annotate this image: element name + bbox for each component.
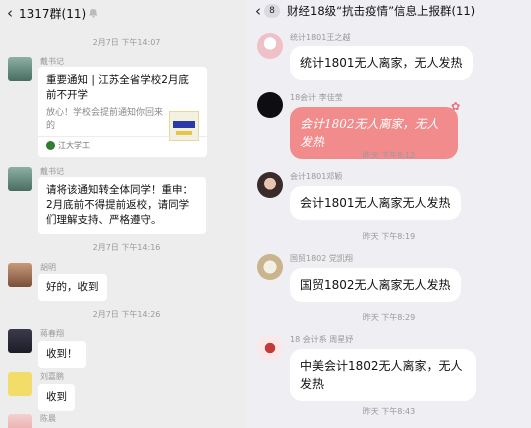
right-header: ‹ 8 财经18级“抗击疫情”信息上报群(11) [247, 0, 531, 22]
timestamp: 昨天 下午8:19 [362, 232, 416, 241]
left-chat-title: 1317群(11) [19, 6, 87, 21]
timestamp: 2月7日 下午14:16 [92, 243, 161, 252]
avatar[interactable] [8, 263, 32, 287]
avatar[interactable] [8, 57, 32, 81]
message-bubble[interactable]: 中美会计1802无人离家，无人发热 [290, 349, 476, 401]
sender-name: 18会计 李佳莹 [290, 93, 343, 102]
timestamp: 昨天 下午8:29 [362, 313, 416, 322]
card-source: 江大学工 [46, 138, 90, 153]
sender-name: 戴书记 [40, 57, 64, 66]
avatar[interactable] [257, 254, 283, 280]
avatar[interactable] [257, 33, 283, 59]
sender-name: 18 会计系 周星妤 [290, 335, 354, 344]
right-chat-title: 财经18级“抗击疫情”信息上报群(11) [287, 4, 476, 18]
sender-name: 国贸1802 党凯翔 [290, 254, 353, 263]
split-screenshot: ‹ 1317群(11) 2月7日 下午14:07 戴书记 重要通知 | 江苏全省… [0, 0, 531, 428]
link-card[interactable]: 重要通知 | 江苏全省学校2月底前不开学 放心！学校会提前通知你回来的 江大学工 [38, 67, 207, 157]
card-title: 重要通知 | 江苏全省学校2月底前不开学 [46, 74, 189, 101]
message-bubble[interactable]: 收到 [38, 384, 75, 411]
avatar[interactable] [257, 92, 283, 118]
avatar[interactable] [8, 329, 32, 353]
timestamp: 2月7日 下午14:07 [92, 38, 161, 47]
left-chat: ‹ 1317群(11) 2月7日 下午14:07 戴书记 重要通知 | 江苏全省… [0, 0, 253, 428]
sender-name: 胡明 [40, 263, 56, 272]
avatar[interactable] [257, 172, 283, 198]
message-bubble[interactable]: 会计1801无人离家无人发热 [290, 186, 461, 220]
avatar[interactable] [257, 335, 283, 361]
back-icon[interactable]: ‹ [255, 3, 261, 19]
card-description: 放心！学校会提前通知你回来的 [46, 108, 164, 131]
message-bubble[interactable]: 收到！ [38, 341, 86, 368]
timestamp: 昨天 下午8:12 [362, 151, 416, 160]
sender-name: 戴书记 [40, 167, 64, 176]
avatar[interactable] [8, 167, 32, 191]
timestamp: 昨天 下午8:43 [362, 407, 416, 416]
card-divider [38, 136, 207, 137]
sender-name: 刘嘉鹏 [40, 372, 64, 381]
right-chat: ‹ 8 财经18级“抗击疫情”信息上报群(11) 统计1801王之越 统计180… [247, 0, 531, 428]
mute-icon [89, 8, 98, 18]
sender-name: 会计1801邓颖 [290, 172, 343, 181]
sender-name: 统计1801王之越 [290, 33, 351, 42]
back-icon[interactable]: ‹ [7, 5, 13, 21]
unread-badge[interactable]: 8 [264, 4, 280, 18]
message-bubble[interactable]: 国贸1802无人离家无人发热 [290, 268, 461, 302]
avatar[interactable] [8, 414, 32, 428]
message-bubble[interactable]: 请将该通知转全体同学！重申：2月底前不得提前返校，请同学们理解支持、严格遵守。 [38, 177, 206, 234]
source-logo-icon [46, 141, 55, 150]
message-bubble[interactable]: 好的，收到 [38, 274, 107, 301]
left-header: ‹ 1317群(11) [0, 0, 253, 26]
message-bubble[interactable]: 统计1801无人离家，无人发热 [290, 46, 473, 80]
sender-name: 蒋春翔 [40, 329, 64, 338]
avatar[interactable] [8, 372, 32, 396]
timestamp: 2月7日 下午14:26 [92, 310, 161, 319]
bow-icon: ✿ [451, 100, 461, 113]
sender-name: 陈晨 [40, 414, 56, 423]
